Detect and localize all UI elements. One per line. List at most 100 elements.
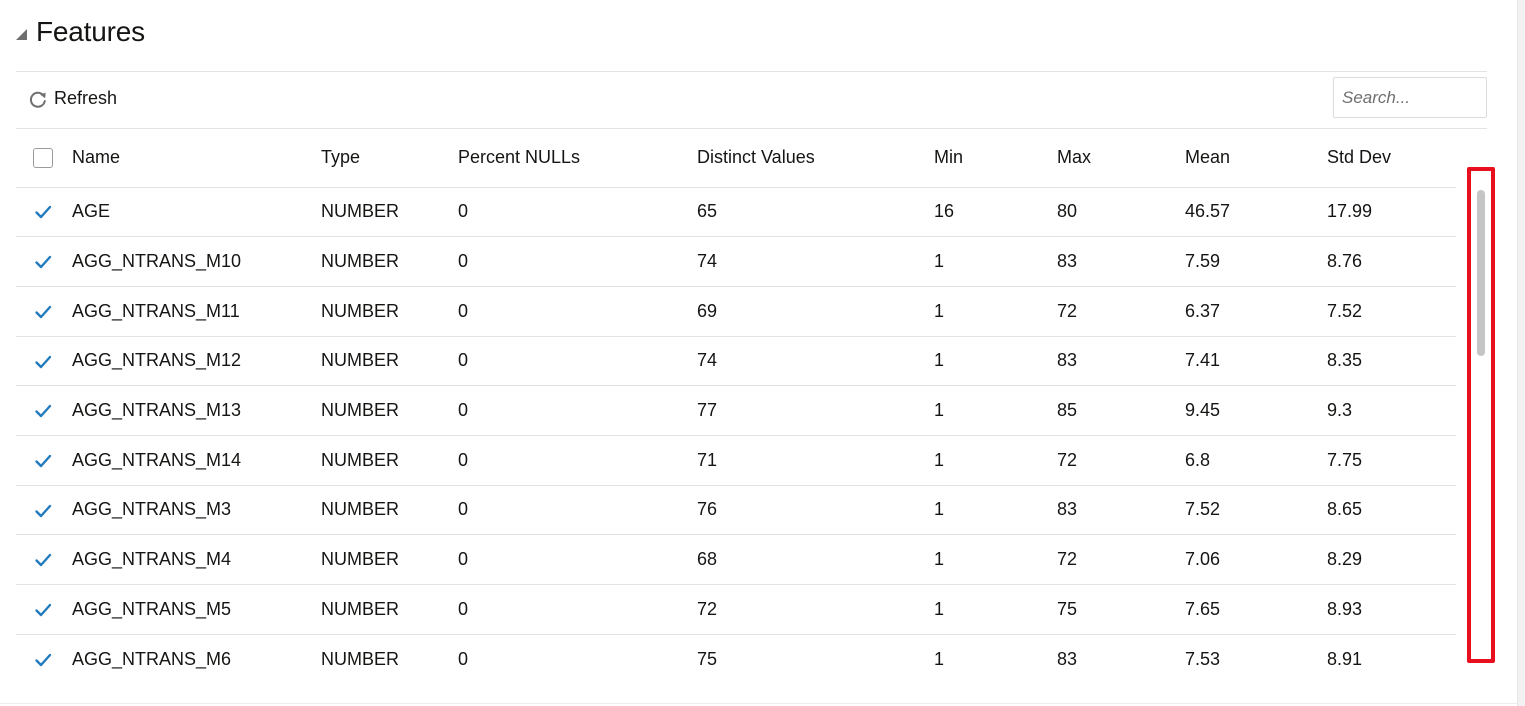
cell-type: NUMBER: [321, 584, 458, 635]
refresh-button[interactable]: Refresh: [28, 88, 117, 109]
cell-std-dev: 8.93: [1327, 584, 1456, 635]
cell-std-dev: 8.35: [1327, 336, 1456, 387]
cell-max: 72: [1057, 286, 1185, 337]
cell-name: AGG_NTRANS_M10: [72, 236, 321, 287]
collapse-triangle-icon[interactable]: [16, 28, 27, 40]
cell-distinct-values: 74: [697, 236, 934, 287]
cell-type: NUMBER: [321, 435, 458, 486]
row-checkbox[interactable]: [33, 600, 53, 620]
cell-max: 72: [1057, 534, 1185, 585]
cell-name: AGG_NTRANS_M4: [72, 534, 321, 585]
cell-std-dev: 8.76: [1327, 236, 1456, 287]
row-select-cell: [16, 385, 72, 436]
scrollbar-thumb[interactable]: [1477, 190, 1485, 356]
column-header-name[interactable]: Name: [72, 129, 321, 188]
row-select-cell: [16, 187, 72, 238]
toolbar: Refresh: [16, 72, 1487, 128]
table-row[interactable]: AGG_NTRANS_M4 NUMBER 0 68 1 72 7.06 8.29: [16, 534, 1456, 585]
table-row[interactable]: AGG_NTRANS_M6 NUMBER 0 75 1 83 7.53 8.91: [16, 634, 1456, 669]
cell-percent-nulls: 0: [458, 485, 697, 536]
column-header-min[interactable]: Min: [934, 129, 1057, 188]
cell-mean: 9.45: [1185, 385, 1327, 436]
section-title: Features: [36, 16, 145, 47]
row-checkbox[interactable]: [33, 202, 53, 222]
vertical-scrollbar[interactable]: [1472, 170, 1492, 660]
column-header-distinct-values[interactable]: Distinct Values: [697, 129, 934, 188]
row-select-cell: [16, 435, 72, 486]
cell-type: NUMBER: [321, 485, 458, 536]
cell-mean: 6.37: [1185, 286, 1327, 337]
cell-mean: 7.53: [1185, 634, 1327, 669]
cell-mean: 7.65: [1185, 584, 1327, 635]
column-header-type[interactable]: Type: [321, 129, 458, 188]
cell-max: 83: [1057, 634, 1185, 669]
divider: [0, 703, 1517, 704]
table-row[interactable]: AGG_NTRANS_M11 NUMBER 0 69 1 72 6.37 7.52: [16, 286, 1456, 337]
cell-distinct-values: 65: [697, 187, 934, 238]
cell-min: 1: [934, 634, 1057, 669]
cell-std-dev: 8.91: [1327, 634, 1456, 669]
table-row[interactable]: AGG_NTRANS_M12 NUMBER 0 74 1 83 7.41 8.35: [16, 336, 1456, 387]
cell-mean: 46.57: [1185, 187, 1327, 238]
features-table-container[interactable]: Name Type Percent NULLs Distinct Values …: [16, 129, 1487, 669]
cell-distinct-values: 76: [697, 485, 934, 536]
cell-max: 75: [1057, 584, 1185, 635]
row-select-cell: [16, 634, 72, 669]
cell-min: 1: [934, 584, 1057, 635]
row-checkbox[interactable]: [33, 401, 53, 421]
cell-distinct-values: 75: [697, 634, 934, 669]
cell-min: 1: [934, 435, 1057, 486]
column-header-percent-nulls[interactable]: Percent NULLs: [458, 129, 697, 188]
row-checkbox[interactable]: [33, 302, 53, 322]
column-header-mean[interactable]: Mean: [1185, 129, 1327, 188]
cell-type: NUMBER: [321, 187, 458, 238]
cell-min: 1: [934, 236, 1057, 287]
checkmark-icon: [35, 305, 52, 319]
row-checkbox[interactable]: [33, 252, 53, 272]
cell-std-dev: 8.29: [1327, 534, 1456, 585]
cell-name: AGG_NTRANS_M13: [72, 385, 321, 436]
cell-type: NUMBER: [321, 236, 458, 287]
cell-name: AGG_NTRANS_M12: [72, 336, 321, 387]
cell-name: AGG_NTRANS_M6: [72, 634, 321, 669]
cell-name: AGE: [72, 187, 321, 238]
checkmark-icon: [35, 355, 52, 368]
row-checkbox[interactable]: [33, 501, 53, 521]
cell-distinct-values: 72: [697, 584, 934, 635]
cell-percent-nulls: 0: [458, 286, 697, 337]
cell-distinct-values: 68: [697, 534, 934, 585]
table-row[interactable]: AGG_NTRANS_M14 NUMBER 0 71 1 72 6.8 7.75: [16, 435, 1456, 486]
row-checkbox[interactable]: [33, 550, 53, 570]
checkmark-icon: [35, 603, 52, 617]
cell-min: 16: [934, 187, 1057, 238]
column-header-max[interactable]: Max: [1057, 129, 1185, 188]
features-section-header[interactable]: Features: [16, 14, 145, 50]
cell-type: NUMBER: [321, 336, 458, 387]
table-row[interactable]: AGE NUMBER 0 65 16 80 46.57 17.99: [16, 187, 1456, 238]
cell-mean: 7.06: [1185, 534, 1327, 585]
checkmark-icon: [35, 504, 52, 517]
cell-std-dev: 8.65: [1327, 485, 1456, 536]
row-checkbox[interactable]: [33, 650, 53, 669]
cell-type: NUMBER: [321, 286, 458, 337]
row-select-cell: [16, 584, 72, 635]
select-all-checkbox[interactable]: [33, 148, 53, 169]
cell-name: AGG_NTRANS_M3: [72, 485, 321, 536]
cell-std-dev: 7.52: [1327, 286, 1456, 337]
cell-percent-nulls: 0: [458, 634, 697, 669]
header-select-all-cell: [16, 129, 72, 188]
cell-type: NUMBER: [321, 534, 458, 585]
table-row[interactable]: AGG_NTRANS_M5 NUMBER 0 72 1 75 7.65 8.93: [16, 584, 1456, 635]
search-input[interactable]: [1333, 77, 1487, 118]
cell-mean: 7.41: [1185, 336, 1327, 387]
table-row[interactable]: AGG_NTRANS_M13 NUMBER 0 77 1 85 9.45 9.3: [16, 385, 1456, 436]
cell-min: 1: [934, 286, 1057, 337]
row-checkbox[interactable]: [33, 352, 53, 372]
checkmark-icon: [35, 554, 52, 567]
row-select-cell: [16, 485, 72, 536]
cell-std-dev: 9.3: [1327, 385, 1456, 436]
row-checkbox[interactable]: [33, 451, 53, 471]
table-row[interactable]: AGG_NTRANS_M10 NUMBER 0 74 1 83 7.59 8.76: [16, 236, 1456, 287]
column-header-std-dev[interactable]: Std Dev: [1327, 129, 1456, 188]
table-row[interactable]: AGG_NTRANS_M3 NUMBER 0 76 1 83 7.52 8.65: [16, 485, 1456, 536]
